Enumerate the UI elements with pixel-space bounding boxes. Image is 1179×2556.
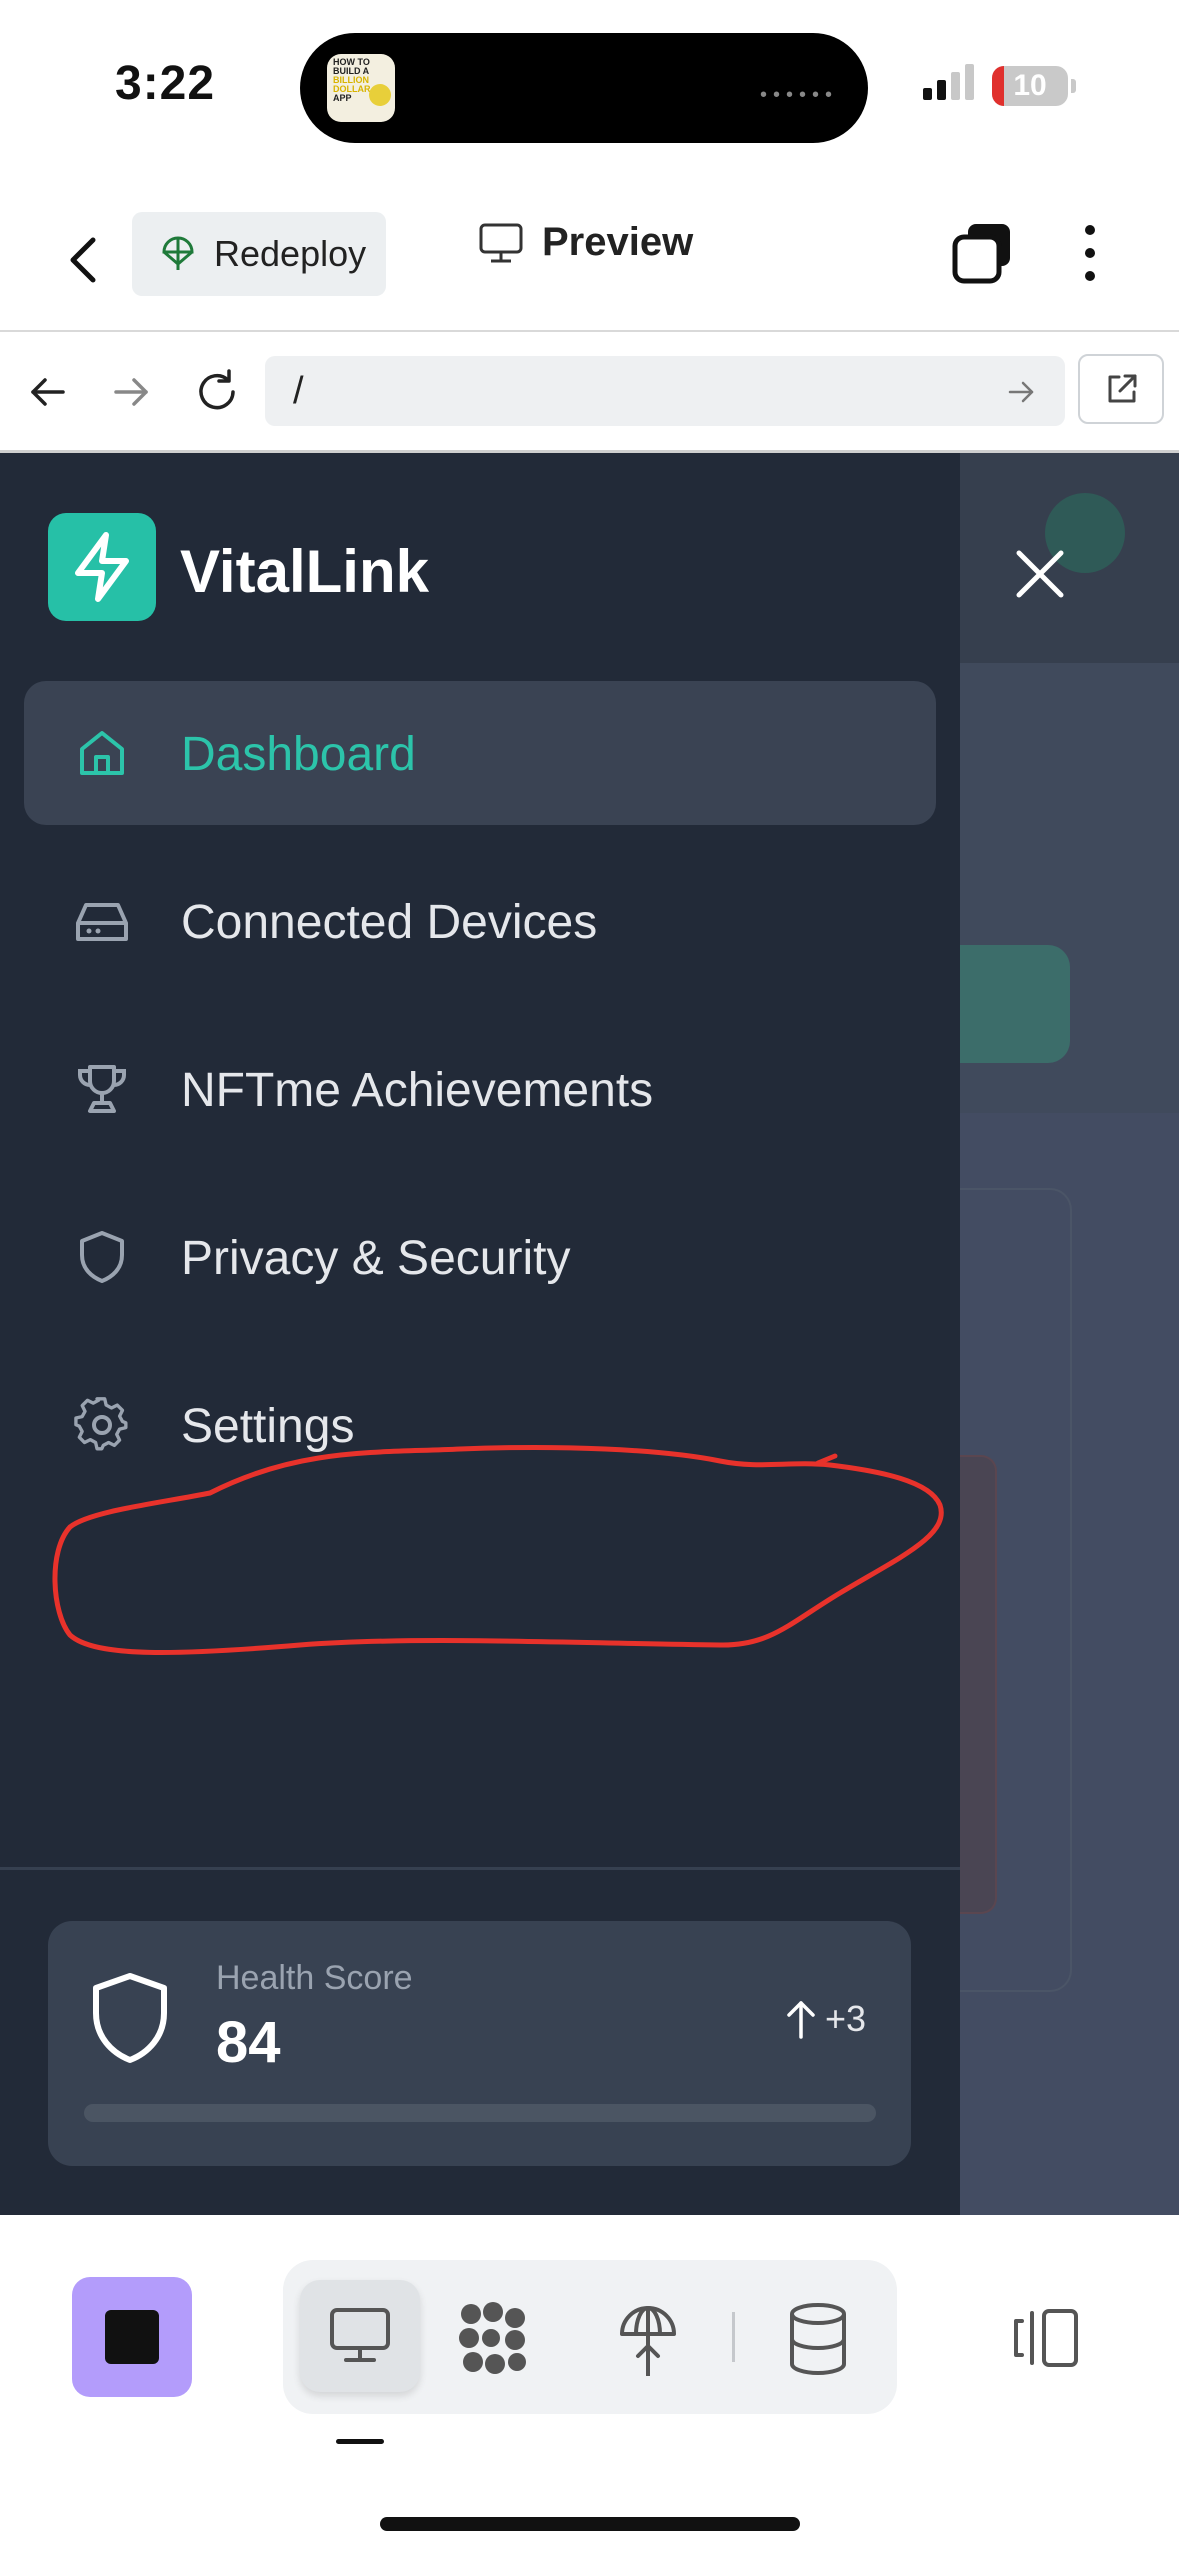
panel-toggle-icon[interactable] [1010,2305,1082,2371]
sidebar-item-label: Settings [181,1400,355,1453]
active-tab-indicator [336,2439,384,2444]
stop-button[interactable] [72,2277,192,2397]
tab-desktop-preview[interactable] [300,2280,420,2392]
deploy-icon[interactable] [616,2300,680,2380]
preview-label: Preview [542,220,694,264]
shield-icon [93,1973,167,2063]
health-score-card: Health Score 84 +3 [48,1921,911,2166]
browser-back-button[interactable] [25,370,69,414]
database-icon[interactable] [786,2300,850,2378]
external-link-icon [1108,374,1137,403]
now-playing-thumbnail: HOW TO BUILD A BILLION DOLLAR APP [327,54,395,122]
url-bar[interactable]: / [265,356,1065,426]
deploy-icon [162,236,194,270]
redeploy-label: Redeploy [214,233,367,274]
thumb-line-5: APP [333,93,352,103]
more-options-button[interactable] [1070,220,1110,286]
thumbnail-circle [369,84,391,106]
health-score-delta: +3 [825,1998,867,2039]
url-text: / [293,370,304,412]
tabs-stack-button[interactable] [950,220,1016,286]
preview-tab[interactable]: Preview [478,220,693,265]
toolbar-separator [732,2312,735,2362]
dots-cluster-icon[interactable] [455,2300,533,2378]
hard-drive-icon [76,903,128,941]
sidebar-item-privacy-security[interactable]: Privacy & Security [24,1185,936,1329]
background-page [960,453,1179,2215]
brand-name: VitalLink [180,538,429,605]
health-score-label: Health Score [216,1959,413,1997]
sidebar-item-nftme-achievements[interactable]: NFTme Achievements [24,1017,936,1161]
reload-button[interactable] [193,368,241,416]
sidebar-item-connected-devices[interactable]: Connected Devices [24,849,936,993]
sidebar-item-dashboard[interactable]: Dashboard [24,681,936,825]
home-icon [80,731,124,775]
browser-forward-button[interactable] [110,370,154,414]
sidebar-item-label: Dashboard [181,728,416,781]
battery-level: 10 [1013,69,1047,102]
signal-icon [923,64,974,100]
sidebar-item-label: Connected Devices [181,896,598,949]
dynamic-island: HOW TO BUILD A BILLION DOLLAR APP •••••• [300,33,868,143]
back-button[interactable] [55,230,115,290]
shield-icon [80,1231,124,1283]
background-alert-card [960,1455,997,1914]
stop-icon [105,2310,159,2364]
arrow-up-icon [787,2001,815,2039]
tool-tabs [283,2260,897,2414]
island-dots: •••••• [759,84,838,106]
battery-icon: 10 [992,66,1076,106]
app-top-bar: Redeploy Preview [0,190,1179,332]
lightning-icon [75,532,129,602]
go-arrow-icon[interactable] [1007,379,1037,405]
open-external-button[interactable] [1078,354,1164,424]
sidebar-item-settings[interactable]: Settings [24,1353,936,1497]
trophy-icon [78,1065,126,1113]
close-sidebar-button[interactable] [1005,539,1075,609]
health-score-value: 84 [216,2010,281,2075]
brand-logo [48,513,156,621]
home-indicator[interactable] [380,2517,800,2531]
browser-nav-bar: / [0,332,1179,453]
bottom-toolbar [0,2215,1179,2556]
status-time: 3:22 [115,57,216,110]
health-score-change: +3 [783,1997,866,2041]
sidebar-divider [0,1867,960,1870]
monitor-icon [330,2308,390,2362]
health-score-progress [84,2104,876,2122]
sidebar-item-label: NFTme Achievements [181,1064,654,1117]
background-button [960,945,1070,1063]
redeploy-button[interactable]: Redeploy [132,212,386,296]
monitor-icon [479,223,523,262]
sidebar-drawer: VitalLink Dashboard Connected Devices NF… [0,453,960,2215]
gear-icon [74,1397,128,1451]
sidebar-item-label: Privacy & Security [181,1232,571,1285]
